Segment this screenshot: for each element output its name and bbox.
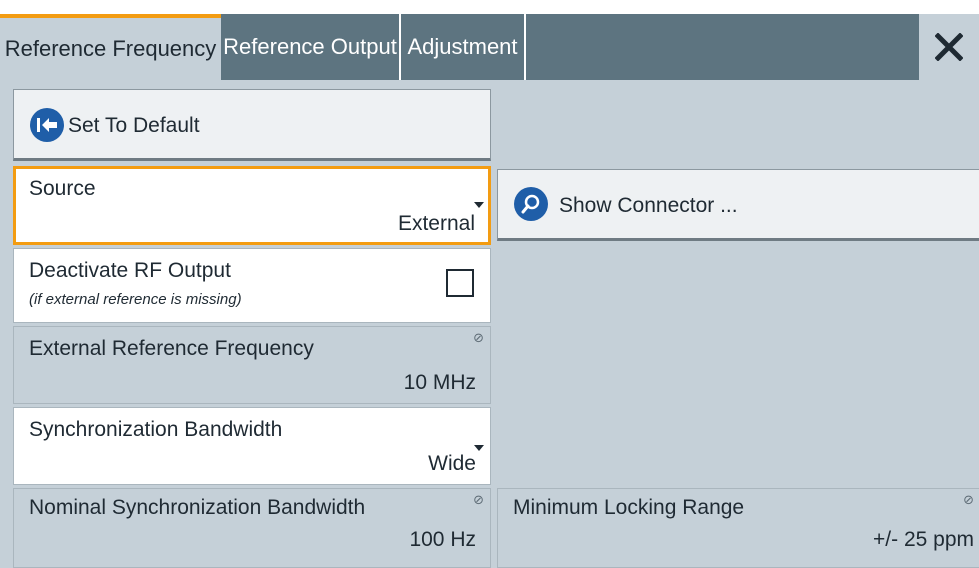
tab-reference-output[interactable]: Reference Output [221,14,401,80]
minimum-locking-range-value: +/- 25 ppm [873,528,974,551]
read-only-icon: ⊘ [473,492,484,507]
external-reference-frequency-label: External Reference Frequency [29,337,314,360]
synchronization-bandwidth-label: Synchronization Bandwidth [29,418,283,441]
set-to-default-label: Set To Default [68,114,200,137]
nominal-synchronization-bandwidth-value: 100 Hz [409,528,476,551]
read-only-icon: ⊘ [473,330,484,345]
set-to-default-button[interactable]: Set To Default [13,89,491,161]
read-only-icon: ⊘ [963,492,974,507]
nominal-synchronization-bandwidth-label: Nominal Synchronization Bandwidth [29,496,366,519]
show-connector-label: Show Connector ... [559,194,738,217]
minimum-locking-range-field: ⊘ Minimum Locking Range +/- 25 ppm [497,488,979,568]
arrow-left-icon [30,108,64,142]
deactivate-rf-output-hint: (if external reference is missing) [29,291,242,308]
external-reference-frequency-field: ⊘ External Reference Frequency 10 MHz [13,326,491,404]
external-reference-frequency-value: 10 MHz [403,371,476,394]
tab-reference-frequency[interactable]: Reference Frequency [0,14,221,80]
synchronization-bandwidth-value: Wide [428,452,476,475]
search-icon [514,187,548,221]
tab-adjustment[interactable]: Adjustment [401,14,526,80]
deactivate-rf-output-checkbox[interactable] [446,269,474,297]
source-value: External [397,212,475,235]
close-icon [935,33,963,61]
deactivate-rf-output-row[interactable]: Deactivate RF Output (if external refere… [13,248,491,323]
minimum-locking-range-label: Minimum Locking Range [513,496,745,519]
source-label: Source [29,177,96,200]
chevron-down-icon [474,202,484,208]
synchronization-bandwidth-select[interactable]: Synchronization Bandwidth Wide [13,407,491,485]
show-connector-button[interactable]: Show Connector ... [497,169,979,241]
source-select[interactable]: Source External [13,166,491,245]
deactivate-rf-output-label: Deactivate RF Output [29,259,231,282]
close-button[interactable] [919,14,979,80]
chevron-down-icon [474,445,484,451]
nominal-synchronization-bandwidth-field: ⊘ Nominal Synchronization Bandwidth 100 … [13,488,491,568]
